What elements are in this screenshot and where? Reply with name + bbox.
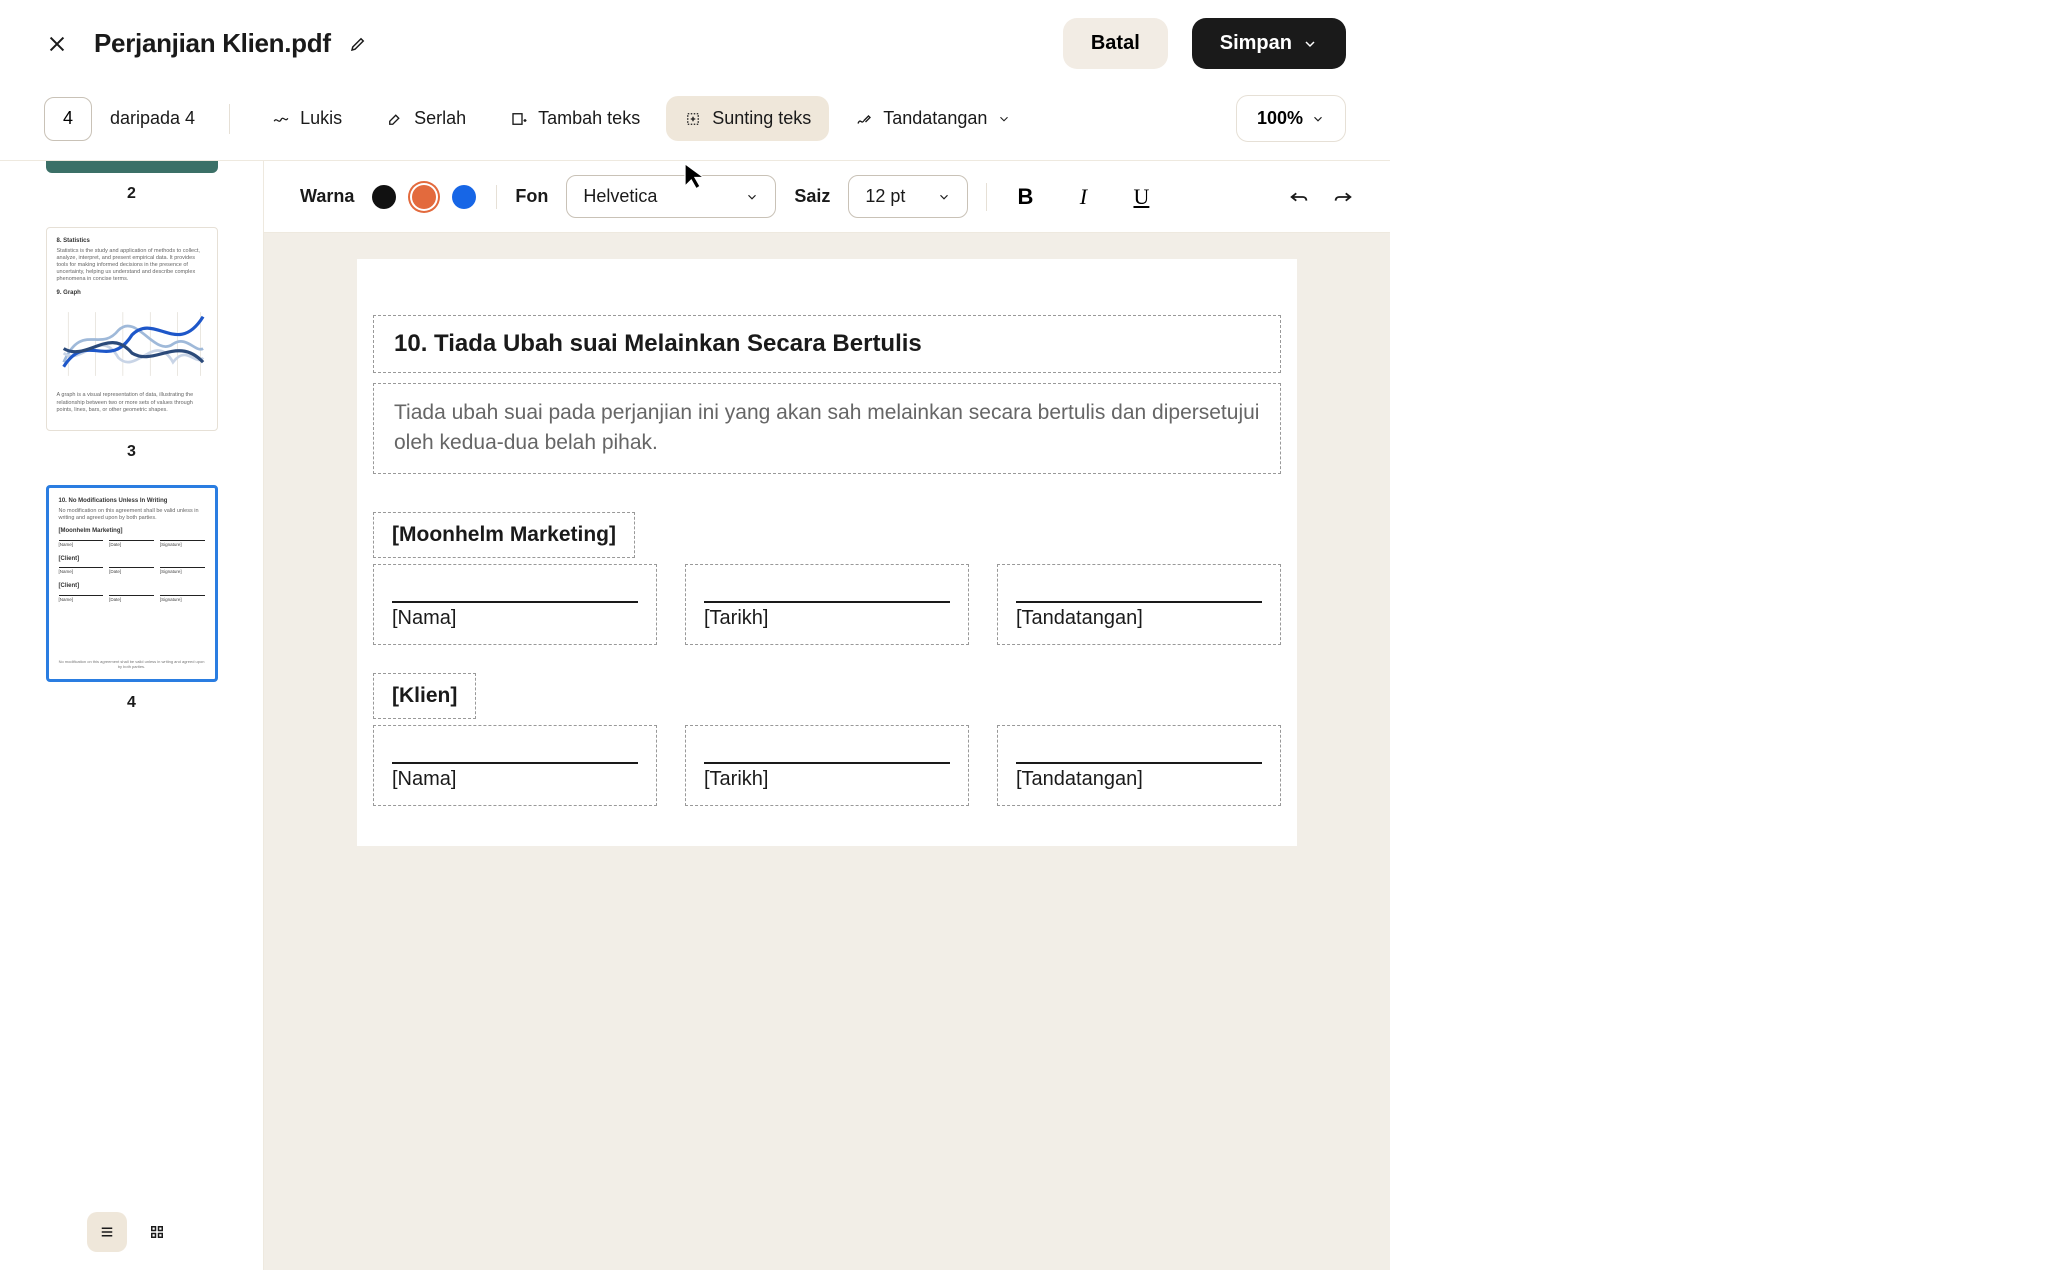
cancel-button[interactable]: Batal: [1063, 18, 1168, 69]
size-value: 12 pt: [865, 186, 905, 207]
text-add-icon: [510, 110, 528, 128]
thumb-page-2-peek[interactable]: [46, 161, 218, 173]
thumbnail-sidebar: 2 8. Statistics Statistics is the study …: [0, 161, 264, 1270]
size-label: Saiz: [794, 186, 830, 207]
pencil-icon: [349, 35, 367, 53]
chevron-down-icon: [1302, 36, 1318, 52]
save-button[interactable]: Simpan: [1192, 18, 1346, 69]
rename-button[interactable]: [349, 35, 367, 53]
close-icon: [46, 33, 68, 55]
page-content: 10. Tiada Ubah suai Melainkan Secara Ber…: [357, 259, 1297, 846]
chevron-down-icon: [937, 190, 951, 204]
font-value: Helvetica: [583, 186, 657, 207]
sig-signature-box[interactable]: [Tandatangan]: [997, 725, 1281, 806]
redo-button[interactable]: [1332, 186, 1354, 208]
page-canvas[interactable]: 10. Tiada Ubah suai Melainkan Secara Ber…: [264, 233, 1390, 1270]
chevron-down-icon: [745, 190, 759, 204]
edit-text-tool[interactable]: Sunting teks: [666, 96, 829, 141]
squiggle-icon: [272, 110, 290, 128]
zoom-dropdown[interactable]: 100%: [1236, 95, 1346, 142]
sign-tool[interactable]: Tandatangan: [837, 96, 1029, 141]
toolbar: daripada 4 Lukis Serlah Tambah teks Sunt…: [0, 87, 1390, 160]
grid-icon: [148, 1223, 166, 1241]
page-number-input[interactable]: [44, 97, 92, 141]
heading-text-box[interactable]: 10. Tiada Ubah suai Melainkan Secara Ber…: [373, 315, 1281, 373]
party1-box[interactable]: [Moonhelm Marketing]: [373, 512, 635, 558]
list-view-button[interactable]: [87, 1212, 127, 1252]
sig-date-box[interactable]: [Tarikh]: [685, 564, 969, 645]
document-title: Perjanjian Klien.pdf: [94, 28, 331, 59]
draw-tool[interactable]: Lukis: [254, 96, 360, 141]
color-blue[interactable]: [452, 185, 476, 209]
header-bar: Perjanjian Klien.pdf Batal Simpan: [0, 0, 1390, 87]
underline-button[interactable]: U: [1121, 177, 1161, 217]
signature-row-2: [Nama] [Tarikh] [Tandatangan]: [373, 725, 1281, 806]
add-text-tool-label: Tambah teks: [538, 108, 640, 129]
divider: [986, 183, 987, 211]
zoom-value: 100%: [1257, 108, 1303, 129]
view-toggle: [87, 1198, 177, 1252]
color-black[interactable]: [372, 185, 396, 209]
save-button-label: Simpan: [1220, 32, 1292, 55]
thumb-page-4[interactable]: 10. No Modifications Unless In Writing N…: [46, 485, 218, 682]
thumb-num-3: 3: [127, 443, 136, 461]
party2-box[interactable]: [Klien]: [373, 673, 476, 719]
thumb-num-4: 4: [127, 694, 136, 712]
color-label: Warna: [300, 186, 354, 207]
sign-tool-label: Tandatangan: [883, 108, 987, 129]
divider: [229, 104, 230, 134]
highlight-tool-label: Serlah: [414, 108, 466, 129]
mini-chart-icon: [57, 303, 207, 385]
add-text-tool[interactable]: Tambah teks: [492, 96, 658, 141]
editor-panel: Warna Fon Helvetica Saiz 12 pt B: [264, 161, 1390, 1270]
signature-row-1: [Nama] [Tarikh] [Tandatangan]: [373, 564, 1281, 645]
italic-button[interactable]: I: [1063, 177, 1103, 217]
highlight-tool[interactable]: Serlah: [368, 96, 484, 141]
sig-date-box[interactable]: [Tarikh]: [685, 725, 969, 806]
close-button[interactable]: [44, 31, 70, 57]
chevron-down-icon: [1311, 112, 1325, 126]
font-select[interactable]: Helvetica: [566, 175, 776, 218]
signature-icon: [855, 110, 873, 128]
main-area: 2 8. Statistics Statistics is the study …: [0, 160, 1390, 1270]
sig-signature-box[interactable]: [Tandatangan]: [997, 564, 1281, 645]
thumb-num-2: 2: [127, 185, 136, 203]
body-text-box[interactable]: Tiada ubah suai pada perjanjian ini yang…: [373, 383, 1281, 474]
sig-name-box[interactable]: [Nama]: [373, 725, 657, 806]
edit-text-tool-label: Sunting teks: [712, 108, 811, 129]
font-label: Fon: [515, 186, 548, 207]
undo-button[interactable]: [1288, 186, 1310, 208]
grid-view-button[interactable]: [137, 1212, 177, 1252]
text-edit-icon: [684, 110, 702, 128]
color-orange[interactable]: [412, 185, 436, 209]
sig-name-box[interactable]: [Nama]: [373, 564, 657, 645]
size-select[interactable]: 12 pt: [848, 175, 968, 218]
color-swatches: [372, 185, 497, 209]
thumb-page-3[interactable]: 8. Statistics Statistics is the study an…: [46, 227, 218, 431]
chevron-down-icon: [997, 112, 1011, 126]
bold-button[interactable]: B: [1005, 177, 1045, 217]
page-total-label: daripada 4: [110, 108, 195, 129]
list-icon: [98, 1223, 116, 1241]
draw-tool-label: Lukis: [300, 108, 342, 129]
format-bar: Warna Fon Helvetica Saiz 12 pt B: [264, 161, 1390, 233]
highlighter-icon: [386, 110, 404, 128]
